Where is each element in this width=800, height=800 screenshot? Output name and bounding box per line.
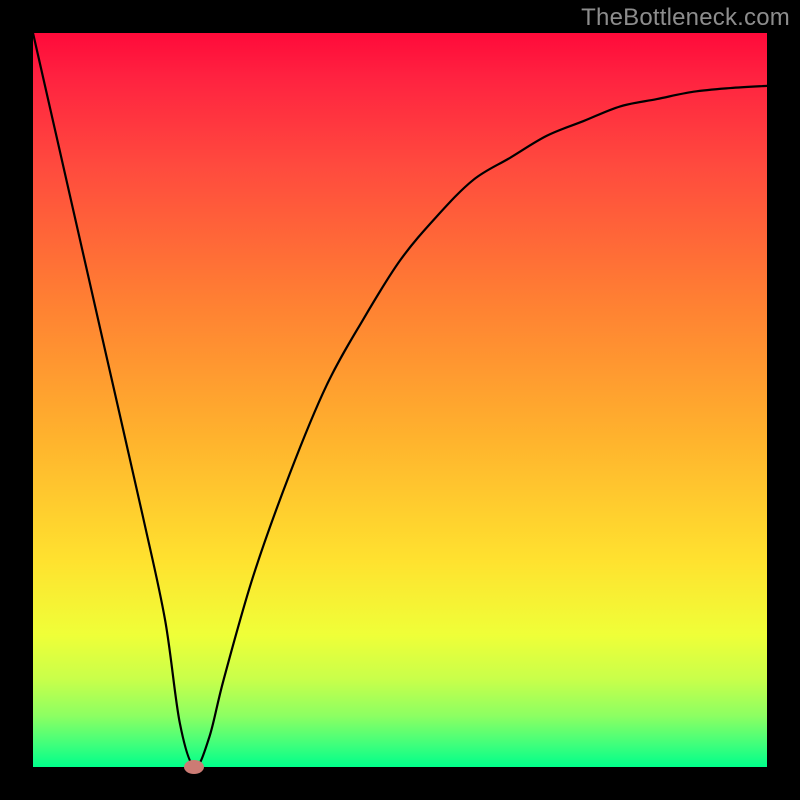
chart-frame: TheBottleneck.com	[0, 0, 800, 800]
plot-area	[33, 33, 767, 767]
bottleneck-curve	[33, 33, 767, 767]
watermark-text: TheBottleneck.com	[581, 4, 790, 32]
optimum-marker	[184, 760, 204, 774]
